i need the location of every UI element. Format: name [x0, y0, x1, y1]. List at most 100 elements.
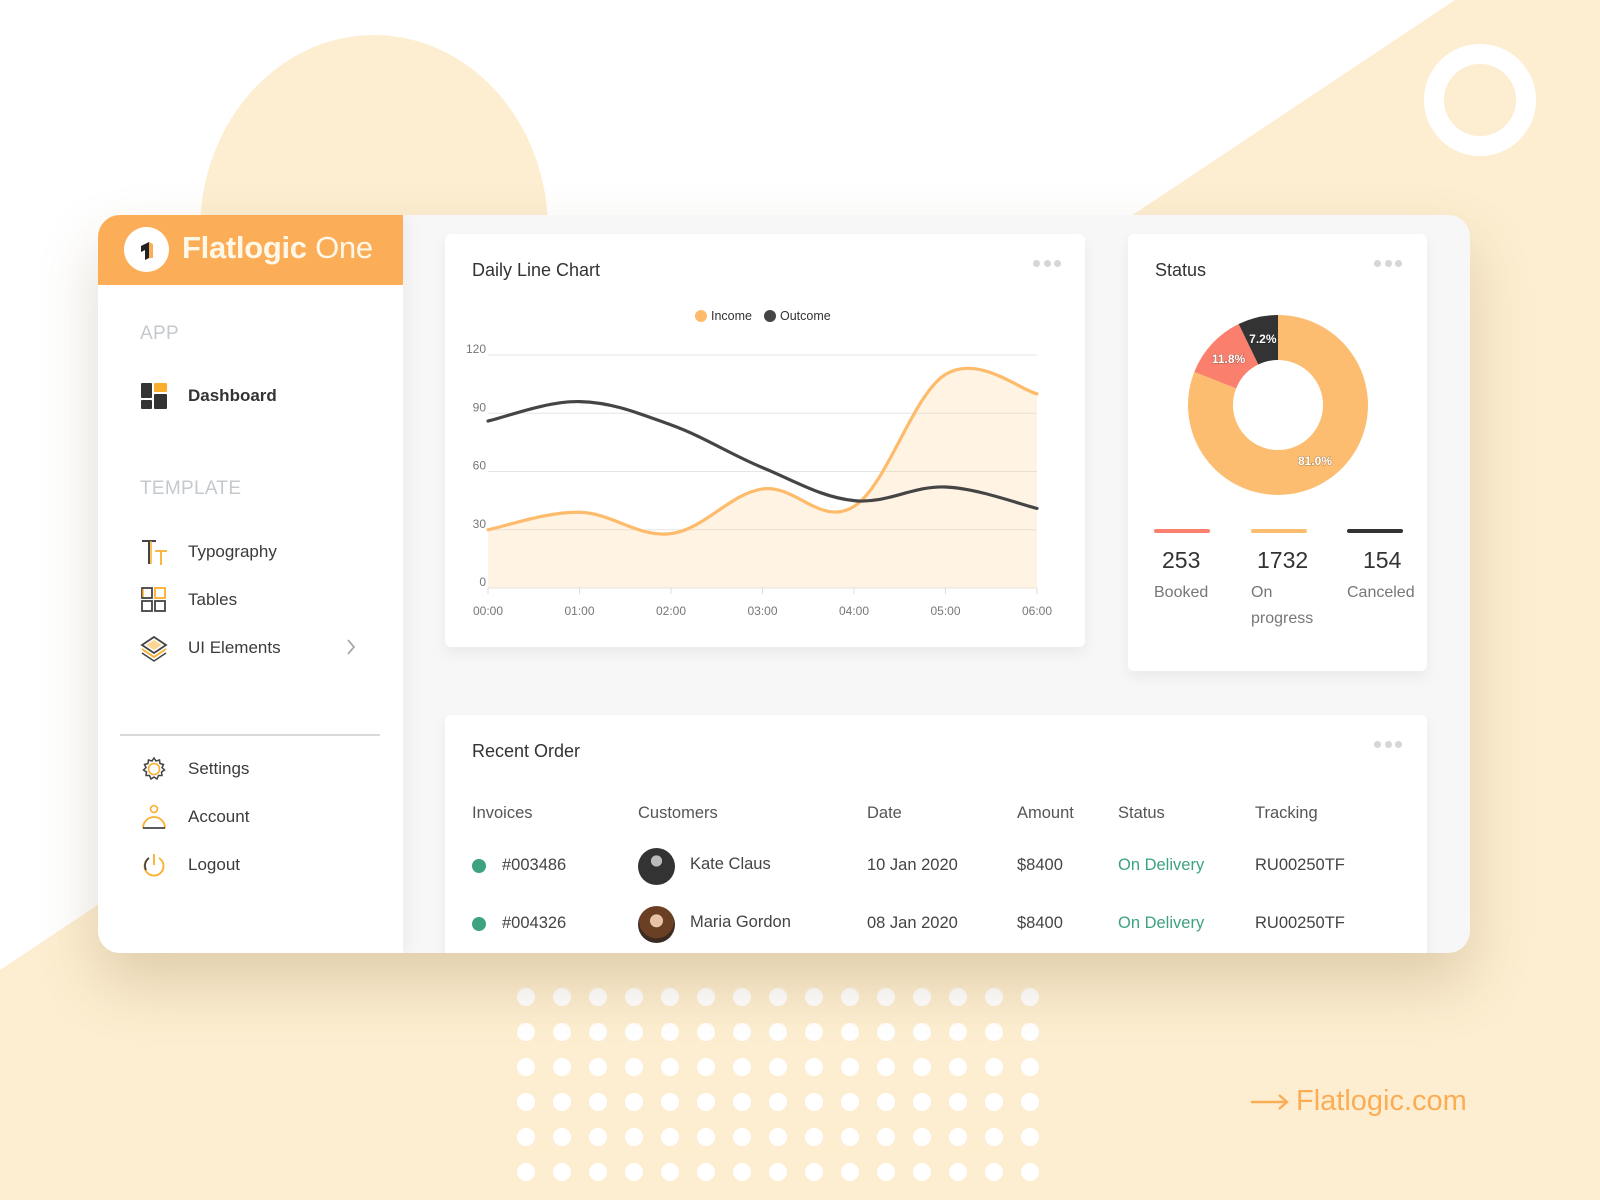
- flatlogic-link[interactable]: Flatlogic.com: [1250, 1085, 1467, 1118]
- background-dot: [949, 1093, 967, 1111]
- background-dot: [553, 1023, 571, 1041]
- background-dot: [697, 988, 715, 1006]
- background-dot: [733, 1093, 751, 1111]
- column-header-date[interactable]: Date: [867, 804, 902, 823]
- background-dot: [913, 988, 931, 1006]
- background-dot: [661, 1093, 679, 1111]
- donut-label: 81.0%: [1298, 454, 1332, 468]
- brand-name: Flatlogic One: [182, 230, 373, 266]
- stat-label: On progress: [1251, 584, 1314, 627]
- card-title: Recent Order: [472, 741, 581, 761]
- brand-name-bold: Flatlogic: [182, 230, 307, 265]
- sidebar-item-settings[interactable]: Settings: [140, 752, 370, 786]
- background-dot: [985, 1163, 1003, 1181]
- background-dot: [553, 1128, 571, 1146]
- background-dot: [805, 1128, 823, 1146]
- background-dot: [769, 1058, 787, 1076]
- line-chart: 0 30 60 90 120 00:00 01:00 02:00 03:00 04:00 05:00…: [466, 342, 1052, 618]
- sidebar-item-ui-elements[interactable]: UI Elements: [140, 631, 370, 665]
- background-dot: [1021, 988, 1039, 1006]
- avatar: [638, 848, 675, 885]
- background-dot: [805, 1023, 823, 1041]
- stat-color-bar: [1154, 529, 1210, 533]
- background-dot: [697, 1128, 715, 1146]
- background-dot: [553, 988, 571, 1006]
- user-icon: [140, 803, 168, 831]
- order-amount: $8400: [1017, 856, 1063, 874]
- background-dot: [769, 1093, 787, 1111]
- more-dots-icon[interactable]: [1374, 741, 1402, 749]
- chevron-right-icon[interactable]: [345, 637, 357, 662]
- tracking-number: RU00250TF: [1255, 856, 1345, 874]
- background-dot: [697, 1023, 715, 1041]
- gear-icon: [140, 755, 168, 783]
- sidebar-item-label: Logout: [188, 855, 240, 874]
- background-dot: [661, 1058, 679, 1076]
- background-dot: [913, 1058, 931, 1076]
- invoice-id: #004326: [502, 914, 567, 932]
- background-dot: [913, 1093, 931, 1111]
- sidebar-item-dashboard[interactable]: Dashboard: [140, 379, 370, 413]
- brand-header[interactable]: Flatlogic One: [98, 215, 403, 285]
- background-dot: [805, 1058, 823, 1076]
- background-dot: [841, 1023, 859, 1041]
- background-dot: [841, 1163, 859, 1181]
- column-header-invoices[interactable]: Invoices: [472, 804, 533, 823]
- sidebar-item-typography[interactable]: Typography: [140, 535, 370, 569]
- x-tick-label: 01:00: [564, 604, 594, 618]
- sidebar-item-logout[interactable]: Logout: [140, 848, 370, 882]
- power-icon: [140, 851, 168, 879]
- background-dot: [913, 1023, 931, 1041]
- order-status: On Delivery: [1118, 914, 1205, 932]
- column-header-status[interactable]: Status: [1118, 804, 1165, 823]
- stage: Flatlogic One APP Dashboard TEMPLATE Typ…: [0, 0, 1600, 1200]
- x-tick-label: 05:00: [930, 604, 960, 618]
- background-dot: [697, 1093, 715, 1111]
- column-header-tracking[interactable]: Tracking: [1255, 804, 1318, 823]
- stat-value: 1732: [1257, 547, 1309, 573]
- order-status: On Delivery: [1118, 856, 1205, 874]
- stat-color-bar: [1251, 529, 1307, 533]
- stat-canceled: 154 Canceled: [1347, 529, 1427, 606]
- flatlogic-link-text: Flatlogic.com: [1296, 1085, 1467, 1117]
- background-dot: [985, 1058, 1003, 1076]
- column-header-customers[interactable]: Customers: [638, 804, 718, 823]
- stat-booked: 253 Booked: [1154, 529, 1234, 606]
- customer-name: Kate Claus: [690, 855, 771, 873]
- background-dot: [625, 1163, 643, 1181]
- background-dot: [697, 1163, 715, 1181]
- dashboard-window: Flatlogic One APP Dashboard TEMPLATE Typ…: [98, 215, 1470, 953]
- background-dot: [625, 988, 643, 1006]
- background-dot: [1021, 1058, 1039, 1076]
- background-dot: [913, 1128, 931, 1146]
- background-dot: [841, 1093, 859, 1111]
- background-dot: [877, 1163, 895, 1181]
- tables-icon: [140, 586, 168, 614]
- sidebar-item-account[interactable]: Account: [140, 800, 370, 834]
- background-dot: [769, 1163, 787, 1181]
- background-dot: [661, 988, 679, 1006]
- background-dot: [589, 1093, 607, 1111]
- background-dot: [769, 988, 787, 1006]
- background-dot: [661, 1128, 679, 1146]
- background-dot: [517, 1128, 535, 1146]
- background-dot: [733, 1058, 751, 1076]
- background-dot: [841, 1058, 859, 1076]
- arrow-right-icon: [1251, 1093, 1289, 1110]
- background-dot: [661, 1023, 679, 1041]
- background-dot: [805, 988, 823, 1006]
- tracking-number: RU00250TF: [1255, 914, 1345, 932]
- background-dot: [913, 1163, 931, 1181]
- background-dot: [1021, 1093, 1039, 1111]
- typography-icon: [140, 538, 168, 566]
- background-dot: [589, 988, 607, 1006]
- sidebar-item-label: Settings: [188, 759, 250, 778]
- background-dot: [877, 1093, 895, 1111]
- sidebar-item-tables[interactable]: Tables: [140, 583, 370, 617]
- column-header-amount[interactable]: Amount: [1017, 804, 1074, 823]
- sidebar-item-label: Typography: [188, 542, 277, 561]
- background-dot: [625, 1058, 643, 1076]
- sidebar-item-label: Account: [188, 807, 250, 826]
- background-dot: [517, 1058, 535, 1076]
- x-tick-label: 02:00: [656, 604, 686, 618]
